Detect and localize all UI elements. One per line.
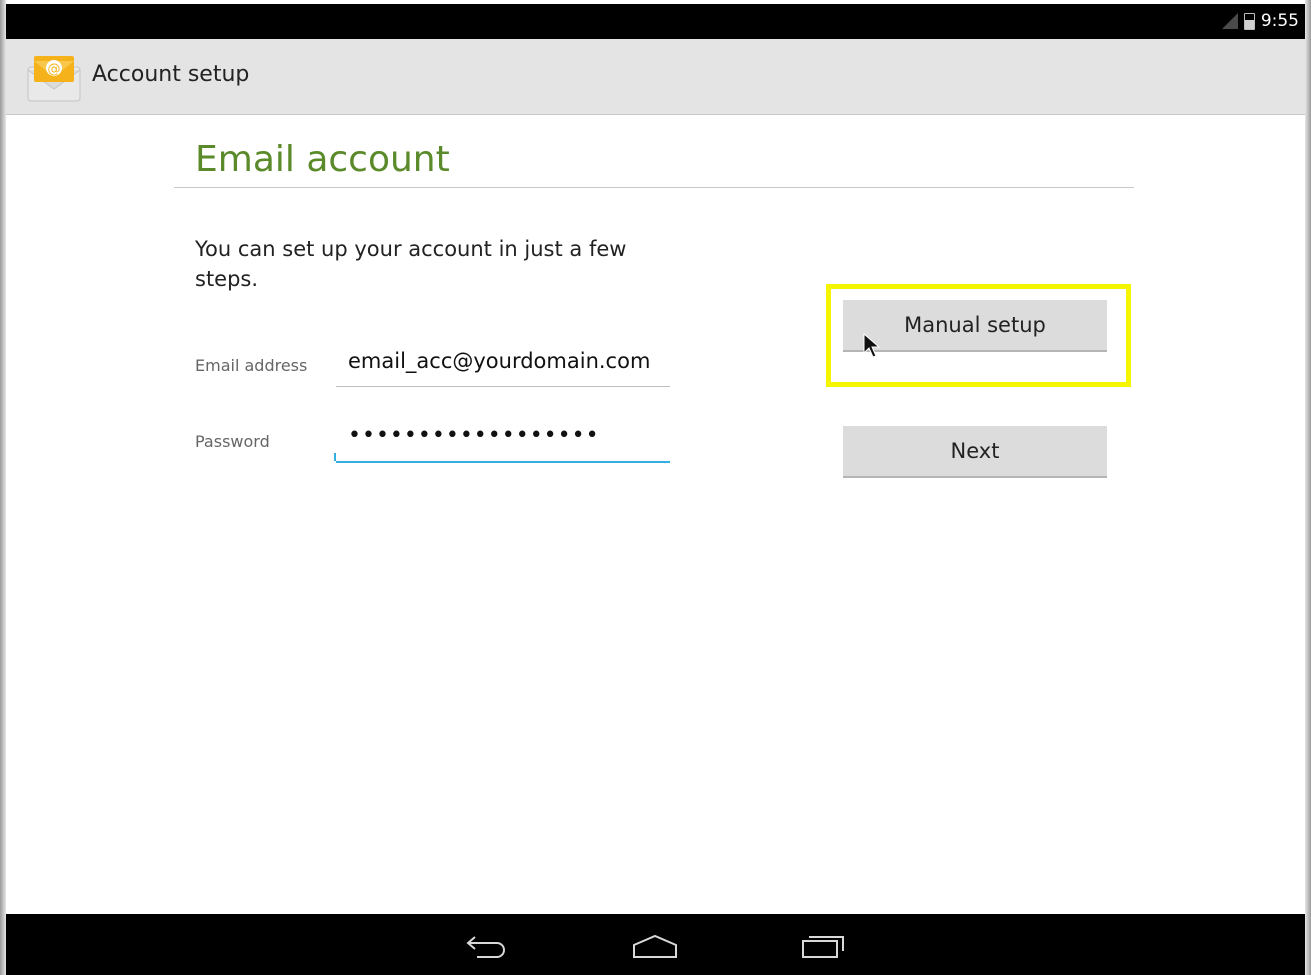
status-indicators: 9:55	[1221, 11, 1299, 31]
password-label: Password	[195, 432, 270, 451]
home-button[interactable]	[630, 930, 680, 962]
status-time: 9:55	[1260, 11, 1299, 31]
home-icon	[633, 934, 677, 958]
back-icon	[466, 936, 505, 958]
email-label: Email address	[195, 356, 308, 375]
manual-setup-button[interactable]: Manual setup	[843, 300, 1107, 352]
device-screen: 9:55 @ Account setup Email account You c…	[0, 0, 1311, 975]
email-envelope-icon[interactable]: @	[26, 53, 82, 103]
email-field-value: email_acc@yourdomain.com	[348, 349, 651, 373]
right-edge-shadow	[1305, 0, 1311, 975]
battery-icon	[1243, 12, 1255, 30]
text-cursor	[334, 453, 336, 461]
navigation-bar	[6, 914, 1305, 975]
back-button[interactable]	[461, 930, 511, 962]
app-title: Account setup	[92, 62, 250, 87]
page-title: Email account	[195, 139, 450, 180]
recent-apps-button[interactable]	[798, 930, 848, 962]
next-button[interactable]: Next	[843, 426, 1107, 478]
signal-icon	[1221, 13, 1238, 29]
intro-text: You can set up your account in just a fe…	[195, 237, 627, 291]
password-field-value: ••••••••••••••••••	[348, 423, 600, 448]
status-bar: 9:55	[6, 4, 1305, 39]
account-setup-content: Email account You can set up your accoun…	[6, 115, 1305, 914]
title-divider	[174, 187, 1134, 188]
action-bar: @ Account setup	[6, 39, 1305, 115]
password-field[interactable]: ••••••••••••••••••	[334, 423, 670, 463]
email-field[interactable]: email_acc@yourdomain.com	[336, 349, 670, 387]
mouse-pointer-icon	[863, 333, 881, 358]
recent-apps-icon	[802, 936, 844, 958]
svg-text:@: @	[48, 62, 61, 77]
